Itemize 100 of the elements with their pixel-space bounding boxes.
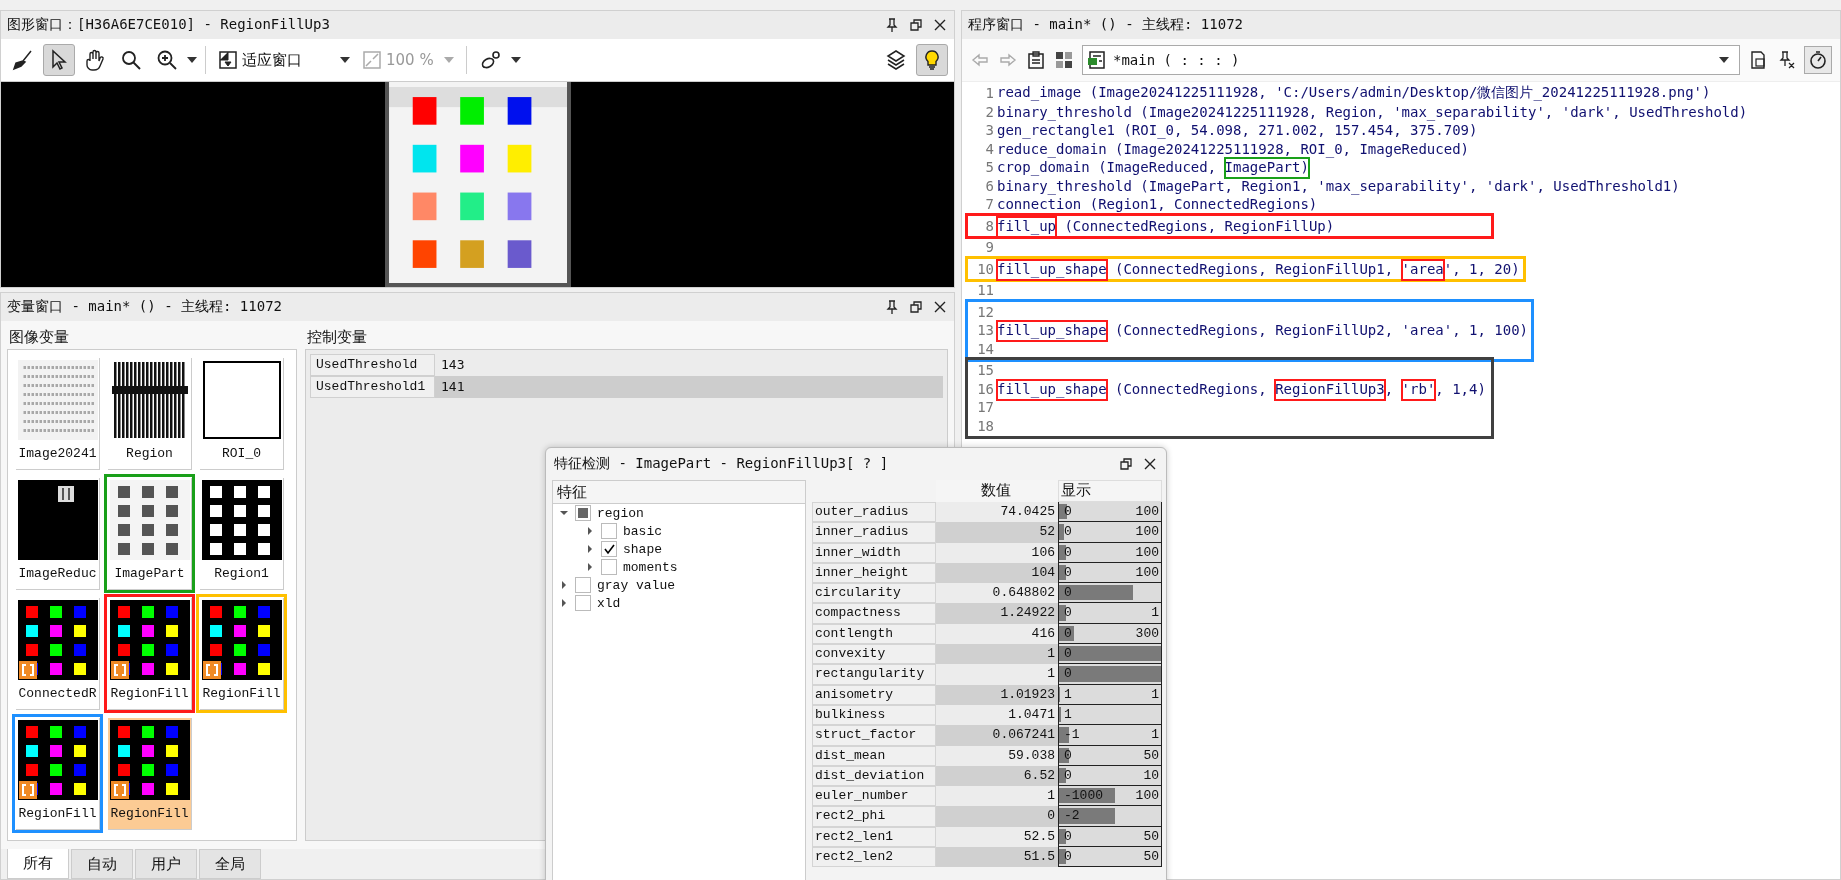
fit-mode-dropdown[interactable]: 适应窗口 [214,44,354,76]
tree-item[interactable]: basic [623,523,662,539]
range-max: 100 [1135,503,1159,521]
caret-icon[interactable] [187,57,197,63]
expander-icon[interactable] [559,580,569,590]
line-number: 12 [976,303,995,320]
tree-item[interactable]: xld [597,595,621,611]
tab[interactable]: 用户 [135,849,197,879]
pin-icon[interactable] [884,17,900,33]
range-min: 0 [1063,665,1072,684]
feature-value: 0.648802 [936,583,1058,604]
code-line: fill_up (ConnectedRegions, RegionFillUp) [997,217,1335,234]
range-min: 0 [1063,543,1072,562]
lightbulb-icon[interactable] [916,44,948,76]
feature-value: 104 [936,562,1058,584]
feature-name: bulkiness [812,704,936,726]
feature-value: 74.0425 [936,502,1058,523]
variable-name: UsedThreshold1 [310,376,435,398]
tab[interactable]: 自动 [71,849,133,879]
range-min: -2 [1063,807,1080,826]
checkbox[interactable] [601,541,617,557]
close-icon[interactable] [932,299,948,315]
image-variable-thumbnail[interactable]: Region1 [200,478,284,590]
pin-icon[interactable] [884,299,900,315]
code-line: fill_up_shape (ConnectedRegions, RegionFillUp3, 'rb', 1,4) [997,380,1486,397]
expander-icon[interactable] [585,544,595,554]
feature-name: compactness [812,603,936,624]
expander-icon[interactable] [559,508,569,518]
checkbox[interactable] [575,505,591,521]
range-min: -1 [1063,726,1080,745]
feature-name: rect2_phi [812,806,936,827]
feature-value: 59.038 [936,745,1058,766]
checkbox[interactable] [601,523,617,539]
feature-value: 52.5 [936,826,1058,848]
feature-name: rectangularity [812,664,936,685]
feature-name: dist_deviation [812,765,936,787]
restore-icon[interactable] [908,17,924,33]
line-number: 16 [976,380,995,397]
code-line: fill_up_shape (ConnectedRegions, RegionFillUp2, 'area', 1, 100) [997,322,1528,339]
expander-icon[interactable] [585,562,595,572]
feature-name: inner_height [812,562,936,584]
line-number: 14 [976,340,995,357]
checkbox[interactable] [601,559,617,575]
section-heading: 图像变量 [8,327,70,348]
range-max: 1 [1151,604,1159,623]
document-icon[interactable] [1748,50,1768,70]
window-title: 特征检测 - ImagePart - RegionFillUp3[ ? ] [554,455,889,473]
grid-icon[interactable] [1054,50,1074,70]
feature-value: 51.5 [936,847,1058,868]
image-variable-thumbnail[interactable]: ImageReduc [16,478,100,590]
window-title: 图形窗口：[H36A6E7CE010] - RegionFillUp3 [7,16,330,34]
checkbox[interactable] [575,577,591,593]
tab[interactable]: 所有 [7,849,69,879]
feature-name: inner_radius [812,522,936,543]
range-min: 0 [1063,624,1072,643]
close-icon[interactable] [1142,456,1158,472]
column-header: 特征 [553,481,805,504]
caret-icon [1719,57,1729,63]
range-max: 100 [1135,563,1159,582]
image-variable-thumbnail[interactable]: RegionFill [108,718,192,830]
image-variable-thumbnail[interactable]: ConnectedR [16,598,100,710]
expander-icon[interactable] [585,526,595,536]
range-min: 1 [1063,705,1072,724]
tree-item[interactable]: region [597,505,644,521]
close-icon[interactable] [932,17,948,33]
caret-icon [444,57,454,63]
control-variable-row[interactable]: UsedThreshold 143 [310,354,943,376]
code-line: reduce_domain (Image20241225111928, ROI_0, ImageReduced) [997,140,1469,157]
fit-window-icon [218,50,238,70]
range-max: 100 [1135,523,1159,542]
line-number: 6 [984,177,995,194]
procedure-dropdown[interactable]: *main ( : : : ) [1082,45,1740,75]
image-variable-thumbnail[interactable]: ROI_0 [200,358,284,470]
range-min: 0 [1063,848,1072,867]
feature-value: 0 [936,806,1058,827]
tab[interactable]: 全局 [199,849,261,879]
section-heading: 控制变量 [306,327,368,348]
restore-icon[interactable] [908,299,924,315]
clipboard-icon[interactable] [1026,50,1046,70]
checkbox[interactable] [575,595,591,611]
control-variable-row[interactable]: UsedThreshold1 141 [310,376,943,398]
image-variable-thumbnail[interactable]: Region [108,358,192,470]
feature-name: euler_number [812,786,936,807]
code-line: gen_rectangle1 (ROI_0, 54.098, 271.002, 157.454, 375.709) [997,122,1478,139]
tree-item[interactable]: moments [623,559,678,575]
expander-icon[interactable] [559,598,569,608]
line-number: 13 [976,322,995,339]
range-min: 0 [1063,645,1072,664]
tree-item[interactable]: shape [623,541,662,557]
tree-item[interactable]: gray value [597,577,675,593]
image-variable-thumbnail[interactable]: Image20241 [16,358,100,470]
caret-icon[interactable] [511,57,521,63]
pointer-icon[interactable] [43,44,75,76]
feature-value: 1.24922 [936,603,1058,624]
feature-name: anisometry [812,684,936,705]
range-min: 0 [1063,563,1072,582]
restore-icon[interactable] [1118,456,1134,472]
feature-value: 1.0471 [936,704,1058,726]
feature-value: 1 [936,644,1058,665]
timer-icon[interactable] [1804,46,1832,74]
